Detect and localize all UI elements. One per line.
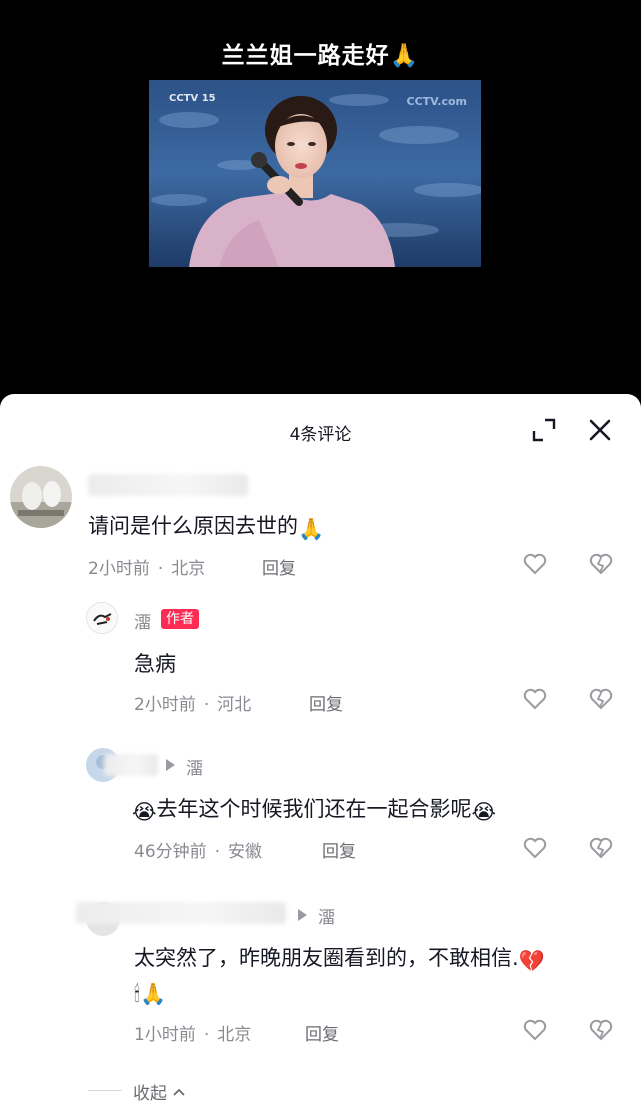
- reply-text: 急病: [134, 652, 176, 676]
- comment-panel: 4条评论 请问是什么原因去世的🙏 2小时前 · 北京 回复 澑 作者 急病 2小…: [0, 394, 641, 1120]
- reply-meta: 1小时前 · 北京: [134, 1025, 252, 1045]
- username-blurred: [104, 754, 158, 776]
- reply-meta: 46分钟前 · 安徽: [134, 842, 263, 862]
- close-icon[interactable]: [586, 416, 614, 444]
- chevron-up-icon: [173, 1088, 186, 1096]
- reply-to-username[interactable]: 澑: [186, 754, 203, 779]
- reply-text: 太突然了，昨晚朋友圈看到的，不敢相信.💔: [134, 946, 545, 973]
- comment-meta: 2小时前 · 北京: [88, 559, 206, 579]
- comment-text: 请问是什么原因去世的🙏: [88, 514, 325, 541]
- avatar[interactable]: [10, 466, 72, 528]
- video-frame-image: [149, 80, 481, 267]
- collapse-replies-button[interactable]: 收起: [133, 1079, 186, 1104]
- reply-text-line2: 🕯🙏: [134, 979, 166, 1007]
- pray-emoji: 🙏: [298, 517, 325, 541]
- broken-heart-emoji: 💔: [518, 949, 545, 973]
- broken-heart-icon[interactable]: [588, 551, 614, 577]
- crying-emoji: 😭: [132, 800, 157, 824]
- author-badge: 作者: [161, 609, 199, 629]
- heart-icon[interactable]: [522, 551, 548, 577]
- heart-icon[interactable]: [522, 1017, 548, 1043]
- broken-heart-icon[interactable]: [588, 1017, 614, 1043]
- reply-button[interactable]: 回复: [305, 1020, 339, 1045]
- reply-text: 😭去年这个时候我们还在一起合影呢😭: [132, 797, 497, 824]
- expand-icon[interactable]: [530, 416, 558, 444]
- username-blurred: [88, 474, 248, 496]
- video-player[interactable]: 兰兰姐一路走好🙏 CCTV 15 CCTV.com: [0, 0, 641, 394]
- heart-icon[interactable]: [522, 835, 548, 861]
- broken-heart-icon[interactable]: [588, 686, 614, 712]
- reply-button[interactable]: 回复: [262, 554, 296, 579]
- watermark: CCTV.com: [406, 95, 467, 108]
- divider: [88, 1090, 122, 1091]
- heart-icon[interactable]: [522, 686, 548, 712]
- reply-button[interactable]: 回复: [309, 690, 343, 715]
- crying-emoji: 😭: [471, 800, 497, 824]
- username[interactable]: 澑: [134, 608, 151, 633]
- reply-button[interactable]: 回复: [322, 837, 356, 862]
- video-thumbnail[interactable]: CCTV 15 CCTV.com: [149, 80, 481, 267]
- channel-logo: CCTV 15: [169, 93, 216, 104]
- avatar[interactable]: [86, 602, 118, 634]
- username-blurred: [76, 902, 286, 924]
- panel-header: 4条评论: [0, 394, 641, 466]
- reply-arrow-icon: [166, 759, 175, 771]
- video-title: 兰兰姐一路走好🙏: [221, 43, 420, 69]
- reply-meta: 2小时前 · 河北: [134, 695, 252, 715]
- reply-arrow-icon: [298, 909, 307, 921]
- broken-heart-icon[interactable]: [588, 835, 614, 861]
- candle-pray-emoji: 🕯🙏: [134, 982, 167, 1006]
- reply-to-username[interactable]: 澑: [318, 903, 335, 928]
